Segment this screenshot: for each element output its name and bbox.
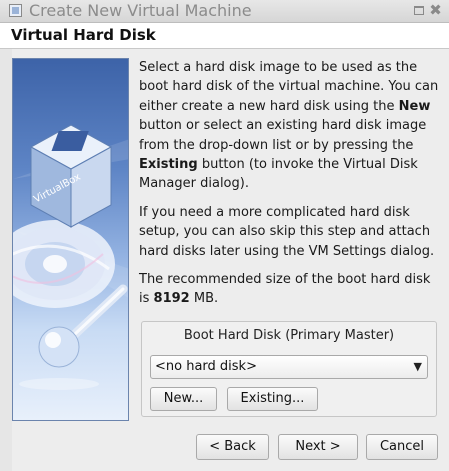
background-window-edge bbox=[0, 49, 12, 471]
window-title: Create New Virtual Machine bbox=[29, 1, 252, 20]
existing-disk-button[interactable]: Existing... bbox=[227, 387, 318, 411]
intro-text-2: button or select an existing hard disk i… bbox=[139, 118, 427, 153]
intro-new-keyword: New bbox=[398, 98, 431, 114]
virtualbox-logo-image: VirtualBox bbox=[12, 58, 129, 421]
hard-disk-select[interactable]: <no hard disk> ▼ bbox=[150, 355, 428, 379]
virtualbox-logo-icon: VirtualBox bbox=[13, 124, 128, 390]
boot-hard-disk-group: Boot Hard Disk (Primary Master) <no hard… bbox=[141, 321, 437, 417]
intro-existing-keyword: Existing bbox=[139, 157, 198, 173]
recommended-size-value: 8192 bbox=[153, 291, 190, 307]
next-button[interactable]: Next > bbox=[278, 434, 358, 460]
boot-hard-disk-group-title: Boot Hard Disk (Primary Master) bbox=[183, 328, 395, 343]
maximize-icon[interactable] bbox=[412, 3, 427, 18]
chevron-down-icon: ▼ bbox=[413, 360, 422, 373]
recommended-size-text-2: MB. bbox=[189, 291, 219, 307]
wizard-header: Virtual Hard Disk bbox=[0, 23, 449, 49]
back-button[interactable]: < Back bbox=[196, 434, 269, 460]
intro-text-1: Select a hard disk image to be used as t… bbox=[139, 60, 439, 114]
recommended-size-paragraph: The recommended size of the boot hard di… bbox=[139, 270, 439, 309]
new-disk-button[interactable]: New... bbox=[150, 387, 217, 411]
app-icon bbox=[9, 4, 22, 17]
page-title: Virtual Hard Disk bbox=[11, 26, 156, 44]
intro-paragraph: Select a hard disk image to be used as t… bbox=[139, 58, 439, 194]
hard-disk-select-value: <no hard disk> bbox=[155, 359, 257, 374]
cancel-button[interactable]: Cancel bbox=[366, 434, 438, 460]
title-bar[interactable]: Create New Virtual Machine ✖ bbox=[0, 0, 449, 23]
close-icon[interactable]: ✖ bbox=[428, 3, 443, 18]
advanced-setup-paragraph: If you need a more complicated hard disk… bbox=[139, 205, 435, 259]
